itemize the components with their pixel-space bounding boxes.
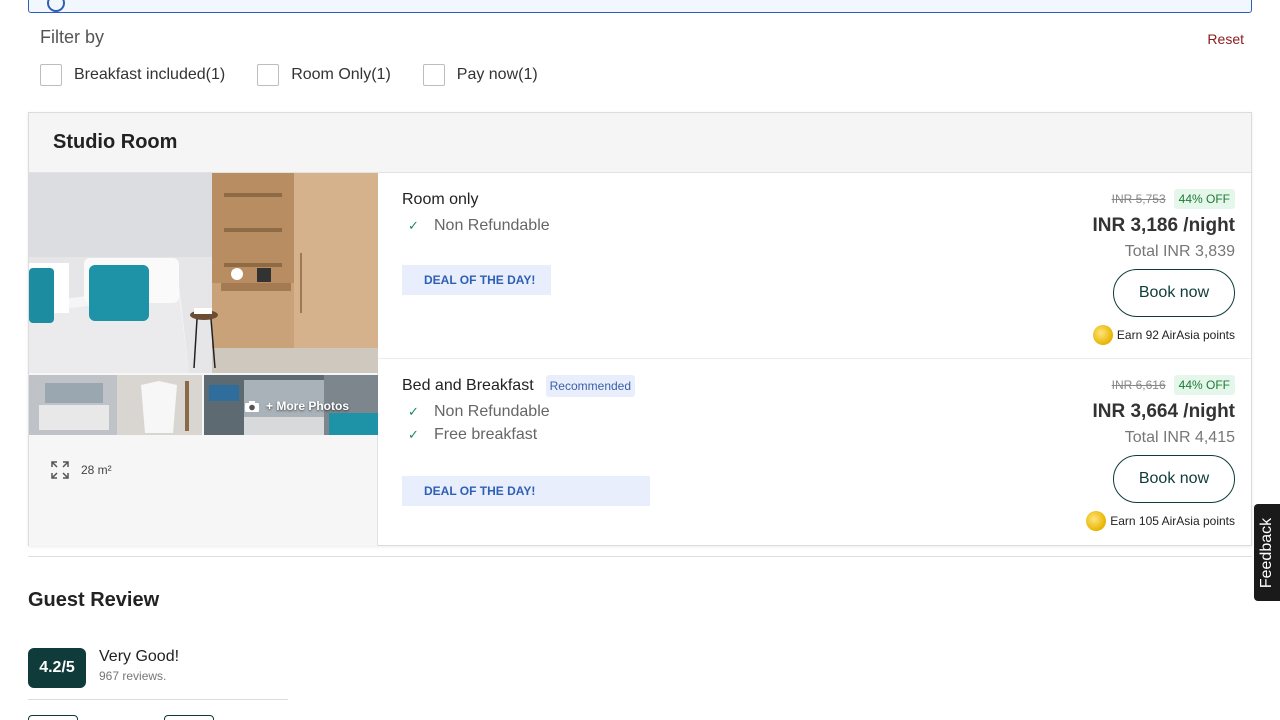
checkbox[interactable] <box>422 64 445 86</box>
rate-room-only: Room only ✓ Non Refundable DEAL OF THE D… <box>378 173 1251 359</box>
price-block: INR 5,753 44% OFF INR 3,186 /night Total… <box>1092 189 1235 345</box>
old-price: INR 6,616 <box>1111 378 1166 392</box>
room-main-photo[interactable] <box>29 173 378 373</box>
more-photos-label: + More Photos <box>266 399 350 413</box>
check-icon: ✓ <box>408 404 419 419</box>
filter-label: Room Only(1) <box>291 66 391 83</box>
price-value: INR 3,664 <box>1092 401 1179 422</box>
feature-label: Non Refundable <box>434 403 550 420</box>
review-filter-chip[interactable] <box>28 715 78 720</box>
filter-options: Breakfast included(1) Room Only(1) Pay n… <box>40 64 538 86</box>
feedback-label: Feedback <box>1258 517 1276 588</box>
room-gallery: + More Photos 28 m² <box>29 173 378 546</box>
checkbox[interactable] <box>40 64 62 86</box>
airasia-coin-icon <box>1092 325 1113 345</box>
room-card: Studio Room + More Photos 28 m² Room onl… <box>28 112 1252 546</box>
total-price: Total INR 3,839 <box>1124 243 1235 260</box>
book-now-button[interactable]: Book now <box>1113 269 1235 317</box>
review-filter-chip[interactable] <box>164 715 214 720</box>
points-earn: Earn 92 AirAsia points <box>1092 325 1235 345</box>
room-title: Studio Room <box>53 131 178 153</box>
filter-label: Pay now(1) <box>456 66 538 83</box>
rate-options: Room only ✓ Non Refundable DEAL OF THE D… <box>378 173 1251 546</box>
check-icon: ✓ <box>408 218 419 233</box>
per-night-label: /night <box>1183 215 1235 236</box>
check-icon: ✓ <box>408 427 419 442</box>
rate-name-label: Bed and Breakfast <box>402 377 534 394</box>
price-value: INR 3,186 <box>1092 215 1179 236</box>
points-label: Earn 105 AirAsia points <box>1110 514 1235 528</box>
recommended-badge: Recommended <box>545 375 636 397</box>
points-earn: Earn 105 AirAsia points <box>1086 511 1235 531</box>
filter-breakfast-included[interactable]: Breakfast included(1) <box>40 64 225 86</box>
room-thumbnail-more[interactable]: + More Photos <box>204 375 378 435</box>
total-price: Total INR 4,415 <box>1124 429 1235 446</box>
filter-title: Filter by <box>40 27 105 47</box>
book-now-button[interactable]: Book now <box>1113 455 1235 503</box>
per-night-label: /night <box>1183 401 1235 422</box>
review-score-badge: 4.2/5 <box>28 648 86 688</box>
airasia-coin-icon <box>1086 511 1107 531</box>
old-price: INR 5,753 <box>1111 192 1166 206</box>
review-divider <box>28 699 288 700</box>
rate-name-label: Room only <box>402 191 479 208</box>
info-banner <box>28 0 1252 13</box>
filter-pay-now[interactable]: Pay now(1) <box>422 64 538 86</box>
points-label: Earn 92 AirAsia points <box>1116 328 1235 342</box>
feedback-tab[interactable]: Feedback <box>1254 504 1280 601</box>
reset-link[interactable]: Reset <box>1207 31 1244 47</box>
price-per-night: INR 3,664 /night <box>1086 401 1235 423</box>
room-thumbnail[interactable] <box>29 375 202 435</box>
rate-bed-and-breakfast: Bed and Breakfast Recommended ✓ Non Refu… <box>378 359 1251 546</box>
deal-badge: DEAL OF THE DAY! <box>402 265 551 295</box>
old-price-line: INR 5,753 44% OFF <box>1092 189 1235 209</box>
room-size-value: 28 m² <box>81 463 112 477</box>
old-price-line: INR 6,616 44% OFF <box>1086 375 1235 395</box>
info-icon <box>47 0 65 12</box>
room-size: 28 m² <box>51 461 112 479</box>
guest-review-title: Guest Review <box>28 589 160 611</box>
price-block: INR 6,616 44% OFF INR 3,664 /night Total… <box>1086 375 1235 531</box>
reviews-count: 967 reviews. <box>99 669 167 683</box>
feature-label: Non Refundable <box>434 217 550 234</box>
checkbox[interactable] <box>257 64 280 86</box>
rating-label: Very Good! <box>99 648 180 665</box>
room-header: Studio Room <box>29 113 1251 173</box>
price-per-night: INR 3,186 /night <box>1092 215 1235 237</box>
deal-badge: DEAL OF THE DAY! <box>402 476 650 506</box>
feature-label: Free breakfast <box>434 426 538 443</box>
filter-room-only[interactable]: Room Only(1) <box>257 64 391 86</box>
discount-badge: 44% OFF <box>1173 375 1235 395</box>
camera-icon <box>245 400 259 412</box>
expand-icon <box>51 461 69 479</box>
discount-badge: 44% OFF <box>1173 189 1235 209</box>
more-photos-overlay[interactable]: + More Photos <box>244 399 349 413</box>
section-divider <box>28 556 1252 557</box>
filter-label: Breakfast included(1) <box>74 66 226 83</box>
